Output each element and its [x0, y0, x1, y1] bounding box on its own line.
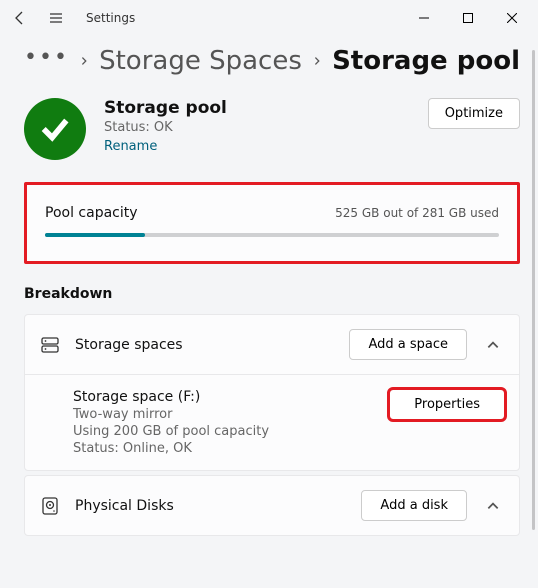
breakdown-title: Breakdown	[24, 286, 520, 302]
physical-disks-expander: Physical Disks Add a disk	[24, 475, 520, 536]
breadcrumb-overflow[interactable]: •••	[24, 47, 69, 75]
storage-spaces-expander: Storage spaces Add a space Storage space…	[24, 314, 520, 471]
chevron-right-icon	[79, 55, 89, 67]
pool-status: Status: OK	[104, 120, 410, 135]
breadcrumb-parent[interactable]: Storage Spaces	[99, 46, 302, 76]
space-type: Two-way mirror	[73, 407, 269, 422]
properties-button[interactable]: Properties	[389, 389, 505, 420]
storage-spaces-icon	[39, 334, 61, 356]
status-ok-icon	[24, 98, 86, 160]
optimize-button[interactable]: Optimize	[428, 98, 520, 129]
storage-spaces-title: Storage spaces	[75, 337, 335, 353]
storage-space-item: Storage space (F:) Two-way mirror Using …	[73, 389, 269, 456]
space-name: Storage space (F:)	[73, 389, 269, 405]
close-button[interactable]	[490, 3, 534, 33]
menu-button[interactable]	[44, 6, 68, 30]
add-disk-button[interactable]: Add a disk	[361, 490, 467, 521]
physical-disks-header[interactable]: Physical Disks Add a disk	[25, 476, 519, 535]
rename-link[interactable]: Rename	[104, 139, 157, 154]
back-button[interactable]	[8, 6, 32, 30]
chevron-up-icon	[481, 338, 505, 352]
breadcrumb: ••• Storage Spaces Storage pool	[24, 46, 520, 76]
physical-disks-icon	[39, 495, 61, 517]
space-status: Status: Online, OK	[73, 441, 269, 456]
capacity-progress	[45, 233, 499, 237]
storage-spaces-header[interactable]: Storage spaces Add a space	[25, 315, 519, 374]
breadcrumb-current: Storage pool	[332, 46, 520, 76]
app-title: Settings	[86, 11, 135, 25]
capacity-label: Pool capacity	[45, 205, 138, 221]
chevron-up-icon	[481, 499, 505, 513]
chevron-right-icon	[312, 55, 322, 67]
add-space-button[interactable]: Add a space	[349, 329, 467, 360]
minimize-button[interactable]	[402, 3, 446, 33]
space-usage: Using 200 GB of pool capacity	[73, 424, 269, 439]
scrollbar[interactable]	[532, 50, 535, 530]
capacity-card: Pool capacity 525 GB out of 281 GB used	[24, 182, 520, 264]
titlebar: Settings	[0, 0, 538, 36]
capacity-text: 525 GB out of 281 GB used	[335, 206, 499, 220]
physical-disks-title: Physical Disks	[75, 498, 347, 514]
maximize-button[interactable]	[446, 3, 490, 33]
pool-name: Storage pool	[104, 98, 410, 118]
